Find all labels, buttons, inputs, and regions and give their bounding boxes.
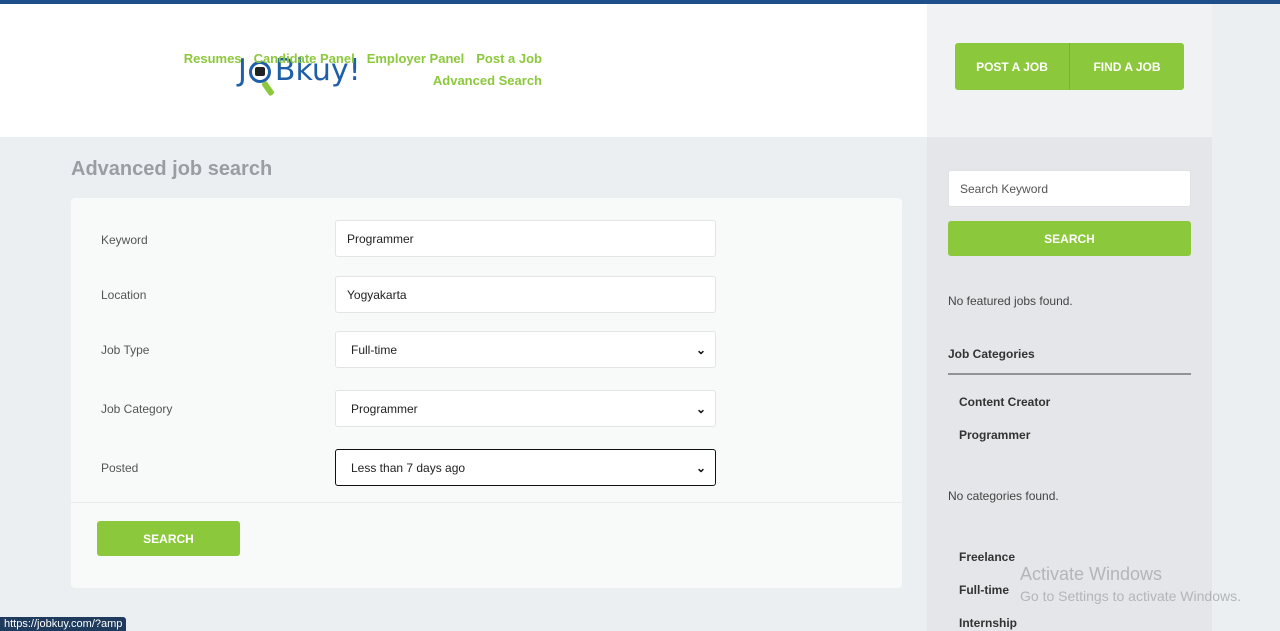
job-type-internship[interactable]: Internship [959,616,1017,630]
job-type-freelance[interactable]: Freelance [959,550,1015,564]
job-category-select[interactable]: Programmer ⌄ [335,390,716,427]
location-label: Location [101,288,147,302]
site-header: J Bkuy! Resumes Candidate Panel Employer P… [0,4,927,137]
page-title: Advanced job search [71,158,273,180]
header-button-group: POST A JOB FIND A JOB [955,43,1184,90]
job-type-label: Job Type [101,343,150,357]
category-content-creator[interactable]: Content Creator [959,395,1050,409]
chevron-down-icon: ⌄ [695,460,706,475]
posted-select[interactable]: Less than 7 days ago ⌄ [335,449,716,486]
category-programmer[interactable]: Programmer [959,428,1030,442]
advanced-search-form: Keyword Programmer Location Yogyakarta J… [71,198,902,588]
sidebar-search-input[interactable]: Search Keyword [948,170,1191,207]
post-a-job-button[interactable]: POST A JOB [955,43,1069,90]
keyword-label: Keyword [101,233,148,247]
chevron-down-icon: ⌄ [695,401,706,416]
location-value: Yogyakarta [347,287,407,302]
search-button[interactable]: SEARCH [97,521,240,556]
sidebar-search-button[interactable]: SEARCH [948,221,1191,256]
sidebar-search-placeholder: Search Keyword [960,181,1049,196]
job-type-full-time[interactable]: Full-time [959,583,1009,597]
activate-windows-subtitle: Go to Settings to activate Windows. [1020,588,1241,604]
no-categories-text: No categories found. [948,489,1059,503]
posted-label: Posted [101,461,139,475]
posted-value: Less than 7 days ago [351,460,466,475]
heading-underline [948,373,1191,375]
find-a-job-button[interactable]: FIND A JOB [1069,43,1184,90]
chevron-down-icon: ⌄ [695,342,706,357]
job-type-select[interactable]: Full-time ⌄ [335,331,716,368]
nav-candidate-panel[interactable]: Candidate Panel [254,51,355,66]
nav-post-a-job[interactable]: Post a Job [476,51,542,66]
job-category-label: Job Category [101,402,173,416]
nav-employer-panel[interactable]: Employer Panel [367,51,465,66]
activate-windows-title: Activate Windows [1020,564,1163,584]
status-bar-url: https://jobkuy.com/?amp [0,617,127,631]
no-featured-jobs-text: No featured jobs found. [948,294,1073,308]
job-type-value: Full-time [351,342,398,357]
job-categories-heading: Job Categories [948,347,1035,361]
keyword-value: Programmer [347,231,414,246]
job-category-value: Programmer [351,401,418,416]
nav-advanced-search[interactable]: Advanced Search [433,73,542,88]
main-navigation: Resumes Candidate Panel Employer Panel Post… [142,48,542,92]
nav-resumes[interactable]: Resumes [184,51,242,66]
form-divider [71,502,902,503]
location-input[interactable]: Yogyakarta [335,276,716,313]
keyword-input[interactable]: Programmer [335,220,716,257]
